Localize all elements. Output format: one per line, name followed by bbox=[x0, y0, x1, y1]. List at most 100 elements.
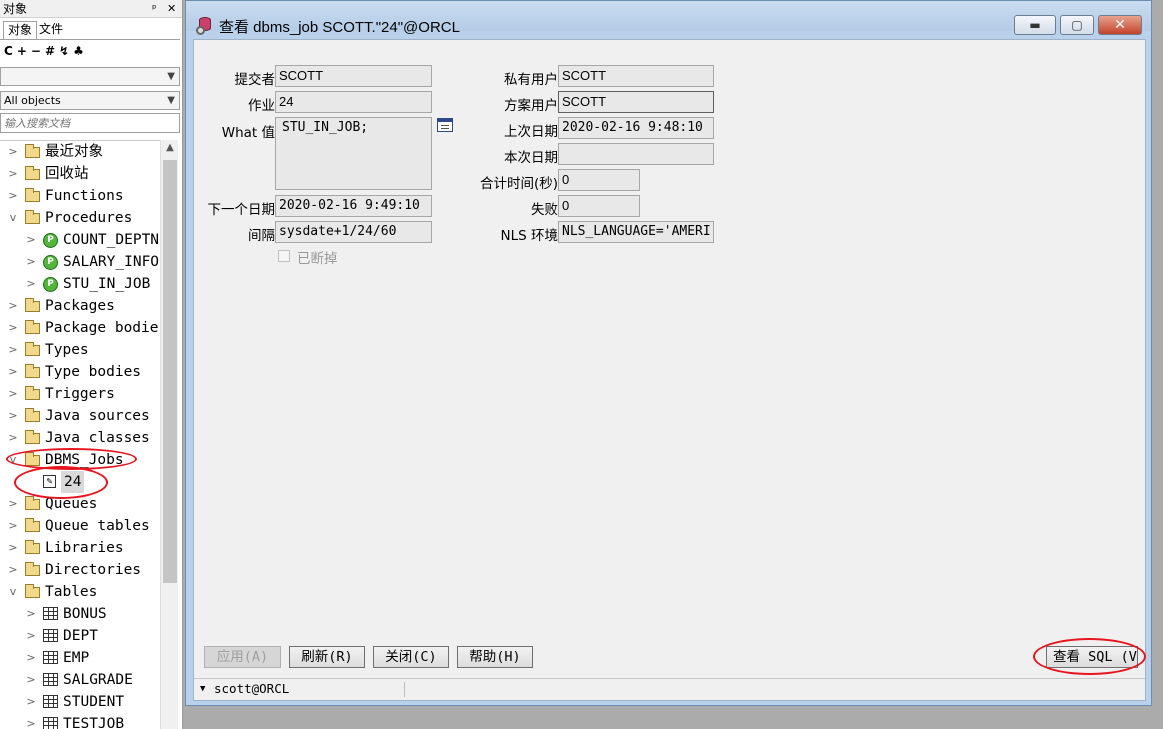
collapse-icon[interactable]: v bbox=[8, 207, 18, 229]
broken-checkbox[interactable] bbox=[278, 250, 290, 262]
expand-icon[interactable]: > bbox=[26, 251, 36, 273]
failures-field[interactable]: 0 bbox=[558, 195, 640, 217]
properties-icon[interactable]: ↯ bbox=[59, 44, 69, 58]
tree-item-dbms-jobs[interactable]: v DBMS_Jobs bbox=[0, 449, 160, 471]
total-time-field[interactable]: 0 bbox=[558, 169, 640, 191]
tree-item-types[interactable]: > Types bbox=[0, 339, 160, 361]
this-date-label: 本次日期 bbox=[504, 150, 558, 166]
expand-icon[interactable]: > bbox=[8, 427, 18, 449]
tree-item-stu-in-job[interactable]: > P STU_IN_JOB bbox=[0, 273, 160, 295]
collapse-icon[interactable]: v bbox=[8, 581, 18, 603]
tree-item-node-0[interactable]: > 最近对象 bbox=[0, 141, 160, 163]
schema-user-field[interactable]: SCOTT bbox=[558, 91, 714, 113]
last-date-field[interactable]: 2020-02-16 9:48:10 bbox=[558, 117, 714, 139]
remove-icon[interactable]: − bbox=[31, 44, 41, 58]
connection-status[interactable]: scott@ORCL bbox=[214, 679, 289, 699]
refresh-icon[interactable]: C bbox=[4, 44, 13, 58]
last-date-label: 上次日期 bbox=[504, 124, 558, 140]
tree-item-directories[interactable]: > Directories bbox=[0, 559, 160, 581]
tree-item-triggers[interactable]: > Triggers bbox=[0, 383, 160, 405]
tree-scrollbar[interactable]: ▲ bbox=[160, 140, 178, 729]
object-filter-select[interactable]: All objects ▼ bbox=[0, 91, 180, 110]
expand-icon[interactable]: > bbox=[26, 691, 36, 713]
collapse-icon[interactable]: v bbox=[8, 449, 18, 471]
dbms-job-window: 查看 dbms_job SCOTT."24"@ORCL ▬ ▢ ✕ 提交者 SC… bbox=[185, 0, 1152, 706]
tree-item-testjob[interactable]: > TESTJOB bbox=[0, 713, 160, 729]
what-field[interactable]: STU_IN_JOB; bbox=[275, 117, 432, 190]
expand-icon[interactable]: > bbox=[26, 229, 36, 251]
expand-icon[interactable]: > bbox=[26, 273, 36, 295]
minimize-button[interactable]: ▬ bbox=[1014, 15, 1056, 35]
filter-icon[interactable]: ♣ bbox=[73, 44, 84, 58]
expand-icon[interactable]: > bbox=[26, 713, 36, 729]
close-button[interactable]: 关闭(C) bbox=[373, 646, 449, 668]
expand-icon[interactable]: > bbox=[26, 625, 36, 647]
find-icon[interactable]: # bbox=[45, 44, 55, 58]
interval-field[interactable]: sysdate+1/24/60 bbox=[275, 221, 432, 243]
close-window-button[interactable]: ✕ bbox=[1098, 15, 1142, 35]
tree-item-24[interactable]: ✎ 24 bbox=[0, 471, 160, 493]
expand-icon[interactable]: > bbox=[8, 317, 18, 339]
private-user-field[interactable]: SCOTT bbox=[558, 65, 714, 87]
pin-icon[interactable]: ᵖ bbox=[152, 0, 157, 18]
expand-icon[interactable]: > bbox=[8, 361, 18, 383]
table-icon bbox=[43, 695, 58, 708]
tab-files[interactable]: 文件 bbox=[35, 21, 67, 40]
expand-icon[interactable]: > bbox=[8, 141, 18, 163]
job-field[interactable]: 24 bbox=[275, 91, 432, 113]
view-sql-button[interactable]: 查看 SQL (V bbox=[1046, 646, 1138, 668]
tree-item-queues[interactable]: > Queues bbox=[0, 493, 160, 515]
apply-button[interactable]: 应用(A) bbox=[204, 646, 281, 668]
expand-icon[interactable]: > bbox=[8, 339, 18, 361]
expand-icon[interactable]: > bbox=[8, 295, 18, 317]
nls-env-field[interactable]: NLS_LANGUAGE='AMERI bbox=[558, 221, 714, 243]
tree-item-tables[interactable]: v Tables bbox=[0, 581, 160, 603]
this-date-field[interactable] bbox=[558, 143, 714, 165]
tree-item-label: Package bodie bbox=[45, 320, 159, 336]
dropdown-arrow-icon[interactable]: ▼ bbox=[200, 679, 205, 699]
tree-item-java-classes[interactable]: > Java classes bbox=[0, 427, 160, 449]
add-icon[interactable]: + bbox=[17, 44, 27, 58]
refresh-button[interactable]: 刷新(R) bbox=[289, 646, 365, 668]
tree-item-label: 最近对象 bbox=[45, 144, 103, 160]
scrollbar-thumb[interactable] bbox=[163, 160, 177, 583]
expand-icon[interactable]: > bbox=[26, 669, 36, 691]
tree-item-procedures[interactable]: v Procedures bbox=[0, 207, 160, 229]
tree-item-packages[interactable]: > Packages bbox=[0, 295, 160, 317]
tree-item-salgrade[interactable]: > SALGRADE bbox=[0, 669, 160, 691]
expand-icon[interactable]: > bbox=[26, 603, 36, 625]
tree-item-dept[interactable]: > DEPT bbox=[0, 625, 160, 647]
tree-item-type-bodies[interactable]: > Type bodies bbox=[0, 361, 160, 383]
expand-icon[interactable]: > bbox=[8, 493, 18, 515]
tree-item-node-1[interactable]: > 回收站 bbox=[0, 163, 160, 185]
tree-item-student[interactable]: > STUDENT bbox=[0, 691, 160, 713]
tree-item-bonus[interactable]: > BONUS bbox=[0, 603, 160, 625]
expand-icon[interactable]: > bbox=[8, 383, 18, 405]
close-icon[interactable]: ✕ bbox=[167, 0, 176, 18]
expand-icon[interactable]: > bbox=[8, 163, 18, 185]
submitter-field[interactable]: SCOTT bbox=[275, 65, 432, 87]
expand-icon[interactable]: > bbox=[8, 405, 18, 427]
next-date-field[interactable]: 2020-02-16 9:49:10 bbox=[275, 195, 432, 217]
owner-select[interactable]: ▼ bbox=[0, 67, 180, 86]
tree-item-functions[interactable]: > Functions bbox=[0, 185, 160, 207]
expand-icon[interactable]: > bbox=[8, 559, 18, 581]
expand-icon[interactable]: > bbox=[8, 515, 18, 537]
window-title-bar[interactable]: 查看 dbms_job SCOTT."24"@ORCL ▬ ▢ ✕ bbox=[186, 1, 1151, 36]
tree-item-package-bodie[interactable]: > Package bodie bbox=[0, 317, 160, 339]
chevron-up-icon[interactable]: ▲ bbox=[161, 142, 179, 153]
tree-item-queue-tables[interactable]: > Queue tables bbox=[0, 515, 160, 537]
edit-text-icon[interactable] bbox=[437, 118, 453, 132]
tab-objects[interactable]: 对象 bbox=[3, 21, 38, 40]
tree-item-count-deptn[interactable]: > P COUNT_DEPTN bbox=[0, 229, 160, 251]
search-input[interactable] bbox=[0, 113, 180, 133]
help-button[interactable]: 帮助(H) bbox=[457, 646, 533, 668]
expand-icon[interactable]: > bbox=[8, 185, 18, 207]
maximize-button[interactable]: ▢ bbox=[1060, 15, 1094, 35]
tree-item-java-sources[interactable]: > Java sources bbox=[0, 405, 160, 427]
tree-item-libraries[interactable]: > Libraries bbox=[0, 537, 160, 559]
expand-icon[interactable]: > bbox=[8, 537, 18, 559]
tree-item-emp[interactable]: > EMP bbox=[0, 647, 160, 669]
tree-item-salary-info[interactable]: > P SALARY_INFO bbox=[0, 251, 160, 273]
expand-icon[interactable]: > bbox=[26, 647, 36, 669]
